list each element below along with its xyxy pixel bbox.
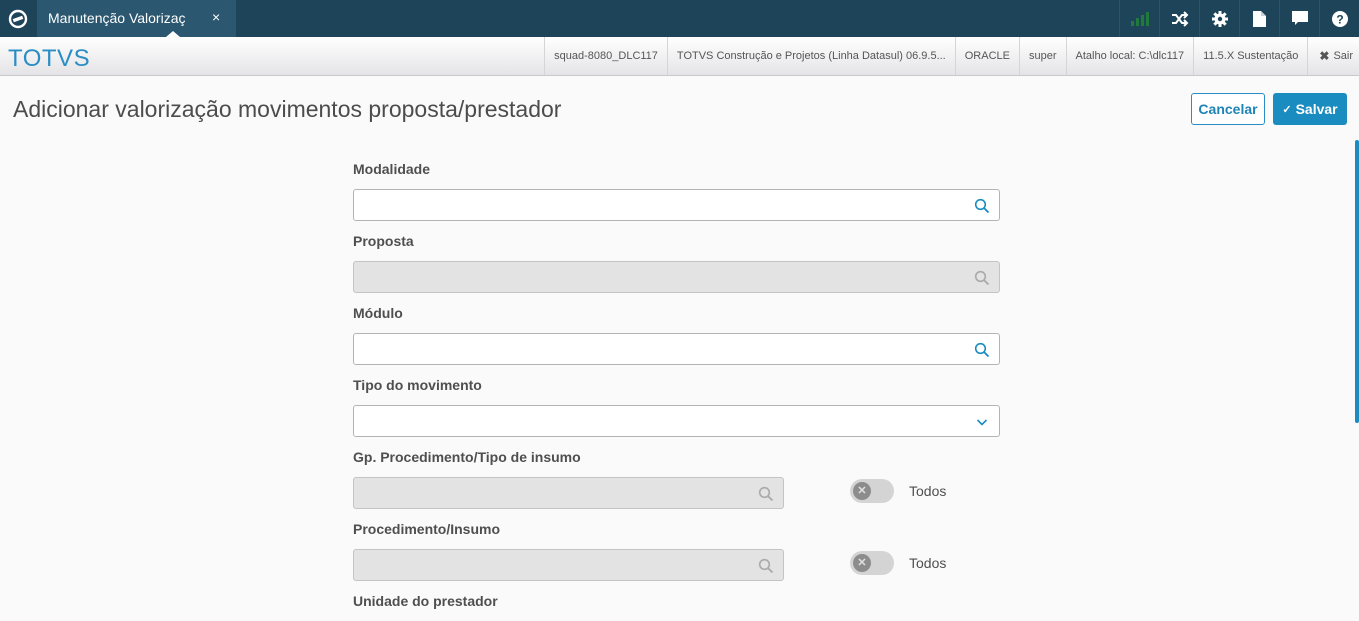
proposta-input xyxy=(353,261,1000,293)
page-title: Adicionar valorização movimentos propost… xyxy=(13,96,562,122)
modulo-label: Módulo xyxy=(353,305,403,321)
chat-icon[interactable] xyxy=(1279,0,1319,37)
cancel-button[interactable]: Cancelar xyxy=(1191,93,1265,125)
check-icon: ✓ xyxy=(1282,103,1292,116)
search-icon xyxy=(758,486,774,502)
x-icon: ✕ xyxy=(853,554,871,572)
document-icon[interactable] xyxy=(1239,0,1279,37)
modalidade-label: Modalidade xyxy=(353,161,431,177)
search-icon xyxy=(758,558,774,574)
signal-icon[interactable] xyxy=(1119,0,1159,37)
user-info: super xyxy=(1019,37,1066,75)
save-label: Salvar xyxy=(1295,101,1338,117)
exit-label: Sair xyxy=(1333,50,1353,62)
procedimento-label: Procedimento/Insumo xyxy=(353,521,501,537)
unidade-prestador-label: Unidade do prestador xyxy=(353,593,498,609)
close-icon[interactable]: × xyxy=(212,9,220,25)
chevron-down-icon[interactable] xyxy=(974,414,990,430)
tab-label: Manutenção Valorizaç xyxy=(48,10,186,26)
svg-text:?: ? xyxy=(1336,12,1343,26)
gp-todos-switch[interactable]: ✕ xyxy=(850,479,894,503)
session-info: squad-8080_DLC117 TOTVS Construção e Pro… xyxy=(544,37,1359,75)
totvs-logo-icon[interactable] xyxy=(0,0,36,37)
search-icon[interactable] xyxy=(974,342,990,358)
version-info: 11.5.X Sustentação xyxy=(1193,37,1307,75)
x-icon: ✕ xyxy=(853,482,871,500)
procedimento-input xyxy=(353,549,784,581)
gp-todos-label: Todos xyxy=(909,483,947,499)
proc-todos-label: Todos xyxy=(909,555,947,571)
tipo-movimento-label: Tipo do movimento xyxy=(353,377,482,393)
scrollbar[interactable] xyxy=(1355,140,1359,423)
shuffle-icon[interactable] xyxy=(1159,0,1199,37)
server-info: squad-8080_DLC117 xyxy=(544,37,667,75)
modulo-input[interactable] xyxy=(353,333,1000,365)
gp-procedimento-input xyxy=(353,477,784,509)
save-button[interactable]: ✓ Salvar xyxy=(1273,93,1347,125)
proc-todos-switch[interactable]: ✕ xyxy=(850,551,894,575)
search-icon[interactable] xyxy=(974,198,990,214)
help-icon[interactable]: ? xyxy=(1319,0,1359,37)
local-shortcut-info: Atalho local: C:\dlc117 xyxy=(1065,37,1194,75)
sub-header: TOTVS squad-8080_DLC117 TOTVS Construção… xyxy=(0,37,1359,76)
top-icons: ? xyxy=(1119,0,1359,37)
tipo-movimento-select[interactable] xyxy=(353,405,1000,437)
gp-procedimento-label: Gp. Procedimento/Tipo de insumo xyxy=(353,449,581,465)
tab-manutencao-valorizacao[interactable]: Manutenção Valorizaç × xyxy=(37,0,236,37)
exit-button[interactable]: ✖ Sair xyxy=(1307,37,1359,75)
top-bar: Manutenção Valorizaç × ? xyxy=(0,0,1359,37)
brand-logo: TOTVS xyxy=(8,45,91,72)
search-icon xyxy=(974,270,990,286)
modalidade-input[interactable] xyxy=(353,189,1000,221)
close-icon: ✖ xyxy=(1319,49,1330,63)
database-info: ORACLE xyxy=(954,37,1019,75)
proposta-label: Proposta xyxy=(353,233,414,249)
product-info: TOTVS Construção e Projetos (Linha Datas… xyxy=(666,37,955,75)
gear-icon[interactable] xyxy=(1199,0,1239,37)
